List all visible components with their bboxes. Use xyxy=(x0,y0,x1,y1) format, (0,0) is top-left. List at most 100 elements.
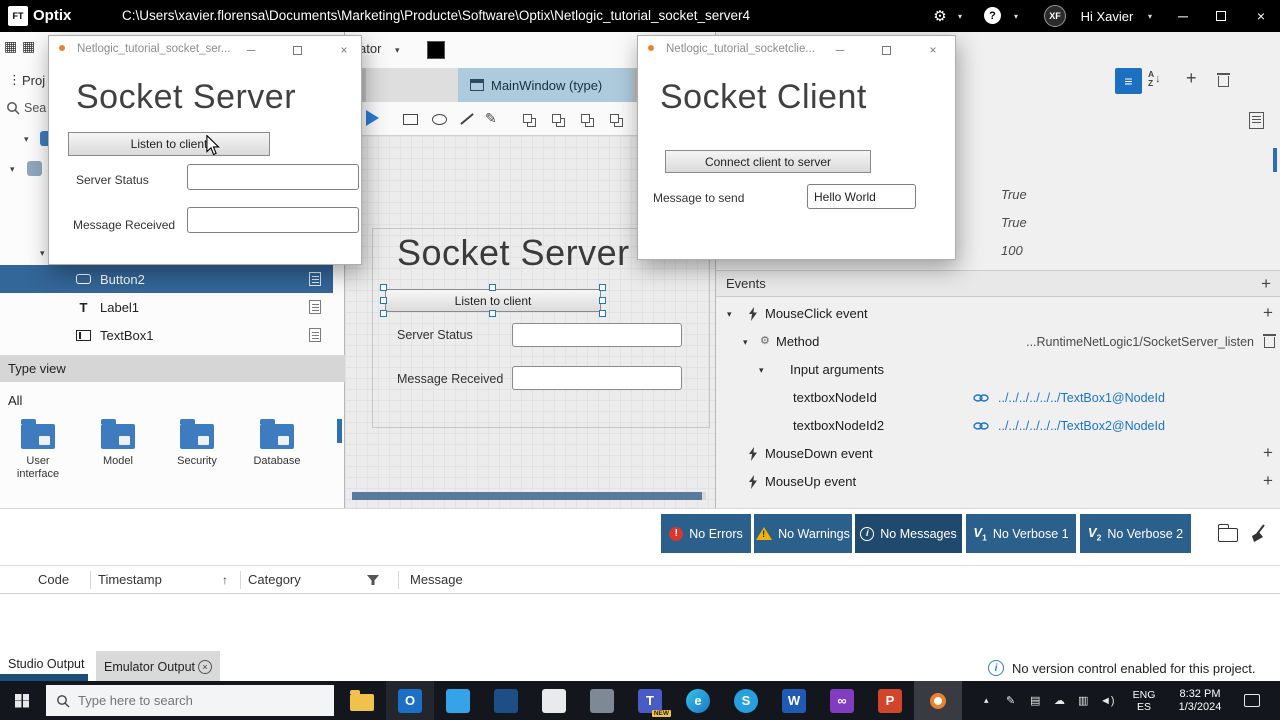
settings-chevron-icon[interactable]: ▾ xyxy=(954,0,966,32)
taskbar-app-4[interactable] xyxy=(482,681,530,720)
event-row-input-arguments[interactable]: ▾ Input arguments xyxy=(716,356,1280,384)
scrollbar-thumb[interactable] xyxy=(352,492,702,500)
search-label[interactable]: Sea xyxy=(24,101,46,115)
edit-script-icon[interactable] xyxy=(309,328,321,342)
tree-chevron-icon[interactable]: ▾ xyxy=(40,248,45,259)
scrollbar-thumb[interactable] xyxy=(337,419,342,443)
selection-handle[interactable] xyxy=(380,310,387,317)
selection-handle[interactable] xyxy=(599,310,606,317)
help-icon[interactable]: ? xyxy=(984,7,1001,24)
rectangle-tool-icon[interactable] xyxy=(403,114,418,125)
emulator-dropdown-label[interactable]: ator xyxy=(359,41,381,56)
play-button[interactable] xyxy=(366,110,379,126)
message-to-send-input[interactable] xyxy=(807,184,916,209)
user-greeting[interactable]: Hi Xavier xyxy=(1074,0,1140,32)
taskbar-skype[interactable]: S xyxy=(722,681,770,720)
sort-alphabetical-icon[interactable]: AZ ↓ xyxy=(1148,70,1161,88)
event-row-arg1[interactable]: textboxNodeId ../../../../../../TextBox1… xyxy=(716,384,1280,412)
language-indicator[interactable]: ENG ES xyxy=(1126,681,1162,720)
filter-icon[interactable] xyxy=(366,574,380,587)
pen-tool-icon[interactable]: ✎ xyxy=(485,110,497,127)
window-minimize-button[interactable]: ─ xyxy=(1164,0,1202,32)
help-chevron-icon[interactable]: ▾ xyxy=(1010,0,1022,32)
line-tool-icon[interactable] xyxy=(460,113,474,125)
tree-item-button2[interactable]: Button2 xyxy=(0,265,333,293)
method-value[interactable]: ...RuntimeNetLogic1/SocketServer_listen xyxy=(998,335,1254,349)
taskbar-teams[interactable]: T NEW xyxy=(626,681,674,720)
no-warnings-button[interactable]: No Warnings xyxy=(754,514,852,553)
argument-link-value[interactable]: ../../../../../../TextBox2@NodeId xyxy=(998,419,1165,433)
minimize-icon[interactable]: ─ xyxy=(240,36,262,64)
tree-chevron-icon[interactable]: ▾ xyxy=(10,164,15,175)
message-received-input[interactable] xyxy=(187,207,359,233)
tab-mainwindow[interactable]: MainWindow (type) xyxy=(458,68,633,102)
taskbar-powerpoint[interactable]: P xyxy=(866,681,914,720)
panel-grid-icon[interactable]: ▦ xyxy=(4,38,17,55)
taskbar-app-6[interactable] xyxy=(578,681,626,720)
property-value[interactable]: 100 xyxy=(1001,243,1023,258)
maximize-icon[interactable] xyxy=(286,36,308,64)
listen-to-client-button[interactable]: Listen to client xyxy=(68,132,270,156)
panel-grid-icon-2[interactable]: ▦ xyxy=(22,38,35,55)
tree-item-label1[interactable]: T Label1 xyxy=(0,293,333,321)
argument-link-value[interactable]: ../../../../../../TextBox1@NodeId xyxy=(998,391,1165,405)
hierarchy-view-icon[interactable]: ≡ xyxy=(1115,68,1142,94)
clear-output-icon[interactable] xyxy=(1248,523,1272,545)
tab-studio-output[interactable]: Studio Output xyxy=(8,657,84,671)
tray-pen-icon[interactable]: ✎ xyxy=(1006,681,1015,720)
tray-expand-icon[interactable]: ▴ xyxy=(984,681,989,720)
tray-device-icon[interactable]: ▤ xyxy=(1030,681,1040,720)
property-value[interactable]: True xyxy=(1001,187,1027,202)
selection-handle[interactable] xyxy=(599,296,606,304)
start-button[interactable] xyxy=(0,681,44,720)
delete-handler-icon[interactable] xyxy=(1263,334,1276,348)
tray-volume-icon[interactable]: ◄) xyxy=(1100,681,1115,720)
horizontal-scrollbar[interactable] xyxy=(352,492,706,500)
taskbar-visual-studio[interactable]: ∞ xyxy=(818,681,866,720)
window-maximize-button[interactable] xyxy=(1202,0,1240,32)
project-menu-icon[interactable]: ⋮ xyxy=(8,72,21,88)
taskbar-edge[interactable]: e xyxy=(674,681,722,720)
sort-ascending-icon[interactable]: ↑ xyxy=(222,566,228,594)
taskbar-word[interactable]: W xyxy=(770,681,818,720)
selection-handle[interactable] xyxy=(380,284,387,291)
tab-partial[interactable] xyxy=(366,68,458,102)
tree-item-textbox1[interactable]: TextBox1 xyxy=(0,321,333,349)
selection-handle[interactable] xyxy=(380,296,387,304)
tree-chevron-icon[interactable]: ▾ xyxy=(24,134,29,145)
add-handler-icon[interactable]: + xyxy=(1263,304,1273,321)
taskbar-app-5[interactable] xyxy=(530,681,578,720)
event-row-mouseup[interactable]: MouseUp event + xyxy=(716,468,1280,496)
event-row-method[interactable]: ▾ ⚙ Method ...RuntimeNetLogic1/SocketSer… xyxy=(716,328,1280,356)
user-avatar[interactable]: XF xyxy=(1044,5,1066,27)
taskbar-app-3[interactable] xyxy=(434,681,482,720)
server-status-input[interactable] xyxy=(187,164,359,190)
category-security[interactable]: Security xyxy=(164,419,230,468)
event-row-mousedown[interactable]: MouseDown event + xyxy=(716,440,1280,468)
add-event-icon[interactable]: + xyxy=(1261,275,1271,292)
window-titlebar[interactable]: Netlogic_tutorial_socket_ser... ─ × xyxy=(49,36,361,64)
selection-handle[interactable] xyxy=(489,310,496,317)
design-textbox-2[interactable] xyxy=(512,366,682,390)
no-messages-button[interactable]: i No Messages xyxy=(855,514,962,553)
taskbar-outlook[interactable]: O xyxy=(386,681,434,720)
link-icon[interactable] xyxy=(973,393,989,403)
design-textbox-1[interactable] xyxy=(512,323,682,347)
column-timestamp[interactable]: Timestamp xyxy=(98,566,162,594)
close-icon[interactable]: × xyxy=(922,36,944,64)
event-row-mouseclick[interactable]: ▾ MouseClick event + xyxy=(716,300,1280,328)
category-user-interface[interactable]: User interface xyxy=(5,419,71,481)
add-handler-icon[interactable]: + xyxy=(1263,472,1273,489)
no-verbose1-button[interactable]: V1 No Verbose 1 xyxy=(966,514,1076,553)
no-verbose2-button[interactable]: V2 No Verbose 2 xyxy=(1080,514,1191,553)
column-category[interactable]: Category xyxy=(248,566,301,594)
column-divider[interactable] xyxy=(90,571,91,589)
type-view-header[interactable]: Type view xyxy=(0,355,345,382)
emulator-chevron-icon[interactable]: ▾ xyxy=(395,45,400,56)
close-icon[interactable]: × xyxy=(333,36,355,64)
edit-script-icon[interactable] xyxy=(309,300,321,314)
settings-gear-icon[interactable]: ⚙ xyxy=(928,0,952,32)
action-center-icon[interactable] xyxy=(1244,694,1260,707)
user-chevron-icon[interactable]: ▾ xyxy=(1144,0,1156,32)
layout-tool-icon-2[interactable] xyxy=(552,114,561,123)
